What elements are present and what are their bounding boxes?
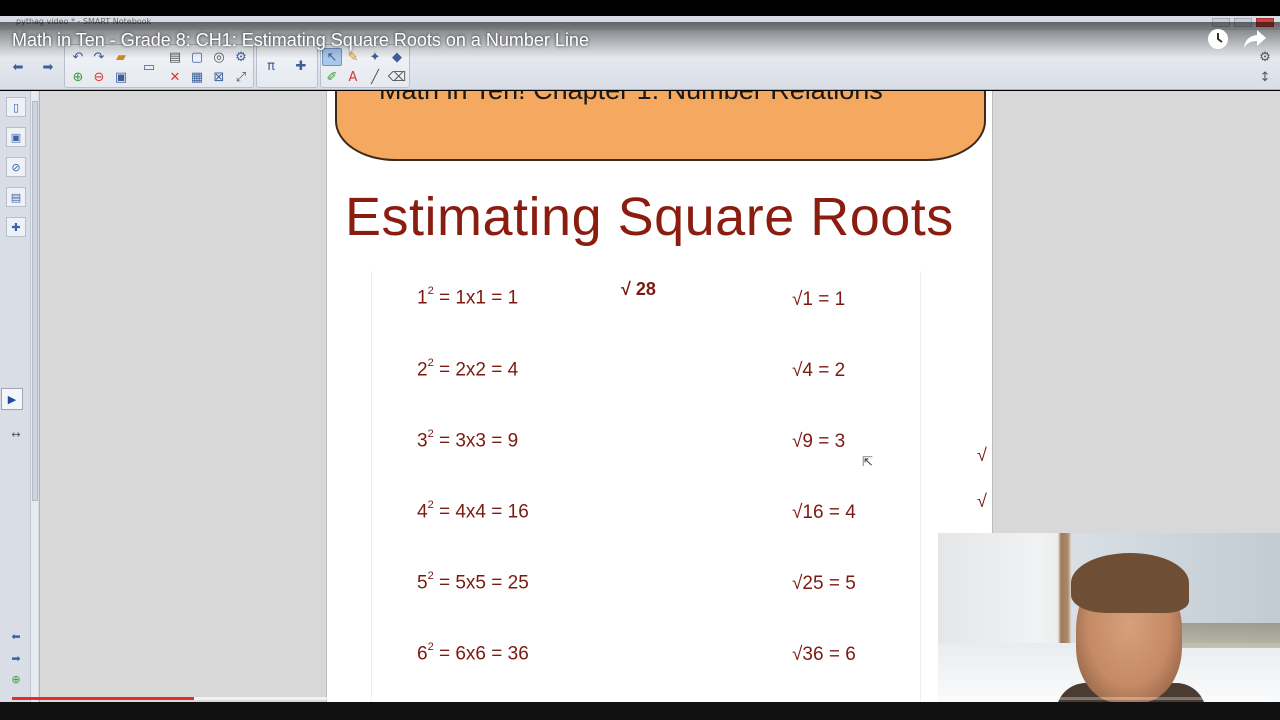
watch-later-icon[interactable] xyxy=(1207,28,1229,56)
next-page-small-icon[interactable]: ➡ xyxy=(6,648,26,668)
addons-tab-icon[interactable]: ✚ xyxy=(6,217,26,237)
toolbar-move-icon[interactable]: ↕ xyxy=(1255,68,1275,86)
square-equation: 32 = 3x3 = 9 xyxy=(417,428,519,452)
root-equation: √9 = 3 xyxy=(792,431,846,452)
share-icon[interactable] xyxy=(1243,29,1267,55)
gallery-icon[interactable]: ▣ xyxy=(6,127,26,147)
video-progress-bar[interactable] xyxy=(12,697,1268,700)
delete-button[interactable]: ✕ xyxy=(165,68,185,86)
add-page-small-icon[interactable]: ⊕ xyxy=(6,669,26,689)
root-equation: √4 = 2 xyxy=(792,360,846,381)
player-bottom-bar xyxy=(0,702,1280,720)
clear-ink-button[interactable]: ⊠ xyxy=(209,68,229,86)
attachments-icon[interactable]: ⊘ xyxy=(6,157,26,177)
scrollbar-thumb[interactable] xyxy=(32,101,38,501)
square-equation: 62 = 6x6 = 36 xyxy=(417,641,529,665)
square-equation: 22 = 2x2 = 4 xyxy=(417,357,519,381)
squares-table xyxy=(371,271,921,702)
page-sorter-icon[interactable]: ▯ xyxy=(6,97,26,117)
clipped-root-mark: √ xyxy=(977,445,987,465)
add-page-button[interactable]: ⊕ xyxy=(68,68,88,86)
math-tools-button[interactable]: π xyxy=(261,57,281,75)
save-button[interactable]: ▣ xyxy=(111,68,131,86)
notebook-page[interactable]: Math in Ten! Chapter 1: Number Relations… xyxy=(326,91,993,702)
text-tool-button[interactable]: A xyxy=(343,68,363,86)
presenter-hair xyxy=(1071,553,1189,613)
eraser-tool-button[interactable]: ⌫ xyxy=(387,68,407,86)
root-equation: √16 = 4 xyxy=(792,502,856,523)
clipped-root-mark: √ xyxy=(977,491,987,511)
slide-title: Estimating Square Roots xyxy=(345,187,954,247)
chapter-banner: Math in Ten! Chapter 1: Number Relations xyxy=(335,91,986,161)
next-page-button[interactable]: ➡ xyxy=(38,58,58,76)
root-equation: √25 = 5 xyxy=(792,573,856,594)
square-equation: 52 = 5x5 = 25 xyxy=(417,570,529,594)
expand-left-panel-icon[interactable]: ▶ xyxy=(1,388,23,410)
display-screen-button[interactable]: ▭ xyxy=(139,58,159,76)
banner-text: Math in Ten! Chapter 1: Number Relations xyxy=(379,91,883,106)
sidebar-scrollbar[interactable] xyxy=(30,91,38,702)
root-equation: √1 = 1 xyxy=(792,289,846,310)
mouse-cursor-icon: ⇱ xyxy=(862,455,873,470)
square-equation: 12 = 1x1 = 1 xyxy=(417,285,519,309)
square-equation: 42 = 4x4 = 16 xyxy=(417,499,529,523)
full-screen-button[interactable]: ⤢ xyxy=(231,68,251,86)
line-tool-button[interactable]: ╱ xyxy=(365,68,385,86)
right-workspace xyxy=(993,91,1280,533)
root-equation: √36 = 6 xyxy=(792,644,856,665)
video-played xyxy=(12,697,195,700)
video-title[interactable]: Math in Ten - Grade 8: CH1: Estimating S… xyxy=(12,30,589,51)
previous-page-button[interactable]: ⬅ xyxy=(8,58,28,76)
previous-page-small-icon[interactable]: ⬅ xyxy=(6,626,26,646)
delete-page-button[interactable]: ⊖ xyxy=(89,68,109,86)
table-button[interactable]: ▦ xyxy=(187,68,207,86)
addons-button[interactable]: ✚ xyxy=(291,57,311,75)
properties-icon[interactable]: ▤ xyxy=(6,187,26,207)
ink-annotation: √ 28 xyxy=(621,279,656,299)
resize-sidebar-icon[interactable]: ↔ xyxy=(6,424,26,444)
magic-pen-button[interactable]: ✐ xyxy=(322,68,342,86)
presenter-webcam xyxy=(938,533,1280,703)
